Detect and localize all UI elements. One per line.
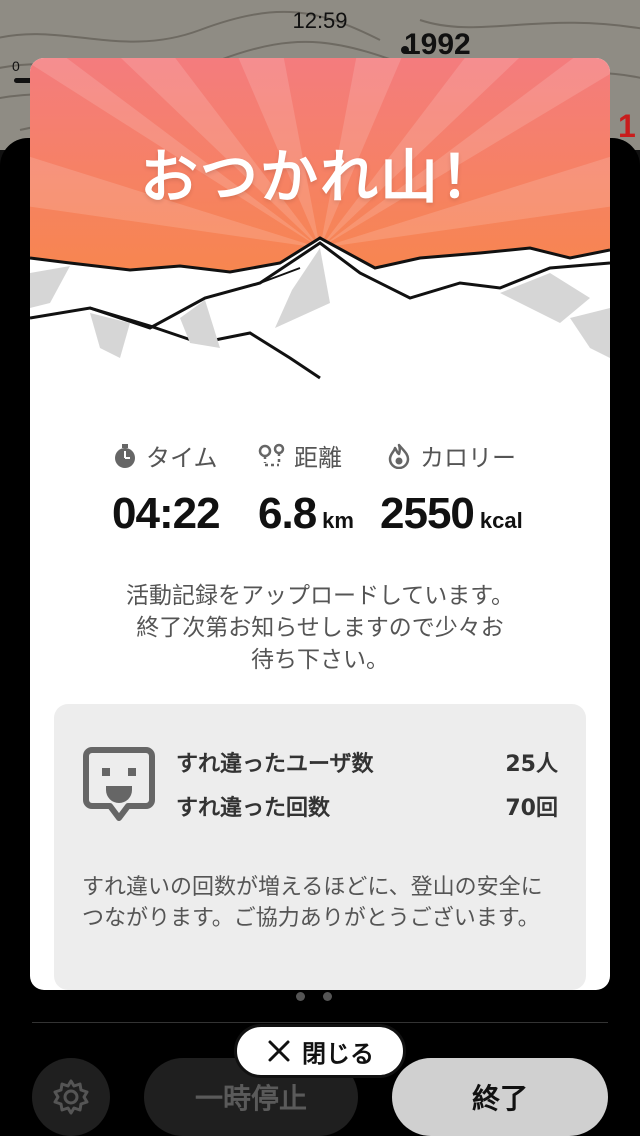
- status-time: 12:59: [292, 8, 348, 33]
- passed-users-row: すれ違ったユーザ数 25人: [176, 746, 558, 778]
- elevation-label: 1992: [404, 28, 471, 61]
- stat-calories-label: カロリー: [420, 444, 516, 472]
- stat-calories: カロリー 2550 kcal: [380, 438, 523, 539]
- passing-users-panel: すれ違ったユーザ数 25人 すれ違った回数 70回 すれ違いの回数が増えるほどに…: [54, 704, 586, 990]
- page-dot: [296, 992, 305, 1001]
- stat-time: タイム 04:22: [112, 438, 221, 539]
- passed-users-label: すれ違ったユーザ数: [176, 752, 374, 777]
- stat-time-value: 04:22: [112, 489, 221, 538]
- settings-button[interactable]: [32, 1058, 110, 1136]
- congrats-title: おつかれ山！: [139, 143, 500, 211]
- end-button[interactable]: 終了: [392, 1058, 608, 1136]
- passed-count-value: 70回: [505, 796, 558, 821]
- stat-distance: 距離 6.8 km: [258, 438, 354, 539]
- passed-count-row: すれ違った回数 70回: [176, 790, 558, 822]
- passed-users-value: 25人: [505, 752, 558, 777]
- stopwatch-icon: [115, 443, 135, 468]
- close-button[interactable]: 閉じる: [234, 1024, 406, 1078]
- stat-time-label: タイム: [146, 444, 218, 472]
- upload-message-text: 活動記録をアップロードしています。 終了次第お知らせしますので少々お 待ち下さい。: [125, 583, 514, 673]
- page-dot: [323, 992, 332, 1001]
- stat-distance-unit: km: [322, 508, 354, 533]
- passing-note: すれ違いの回数が増えるほどに、登山の安全につながります。ご協力ありがとうございま…: [82, 875, 543, 931]
- passed-count-label: すれ違った回数: [176, 796, 331, 821]
- stat-calories-value: 2550: [380, 489, 475, 538]
- hero-mountain-illustration: [30, 58, 610, 388]
- divider: [32, 1022, 608, 1023]
- route-icon: [258, 443, 285, 466]
- completion-modal: おつかれ山！ タイム 04:22 距離 6.8 km カロリー 2550 kca…: [30, 58, 610, 990]
- flame-icon: [388, 443, 410, 469]
- stat-calories-unit: kcal: [479, 508, 523, 533]
- gear-icon: [53, 1079, 89, 1115]
- upload-message: 活動記録をアップロードしています。 終了次第お知らせしますので少々お 待ち下さい。: [70, 580, 570, 676]
- close-icon: [268, 1040, 290, 1062]
- stat-distance-label: 距離: [294, 444, 342, 472]
- passing-face-icon: [83, 747, 155, 821]
- close-button-label: 閉じる: [302, 1039, 374, 1068]
- stat-distance-value: 6.8: [258, 489, 317, 538]
- map-scale-zero: 0: [12, 58, 20, 74]
